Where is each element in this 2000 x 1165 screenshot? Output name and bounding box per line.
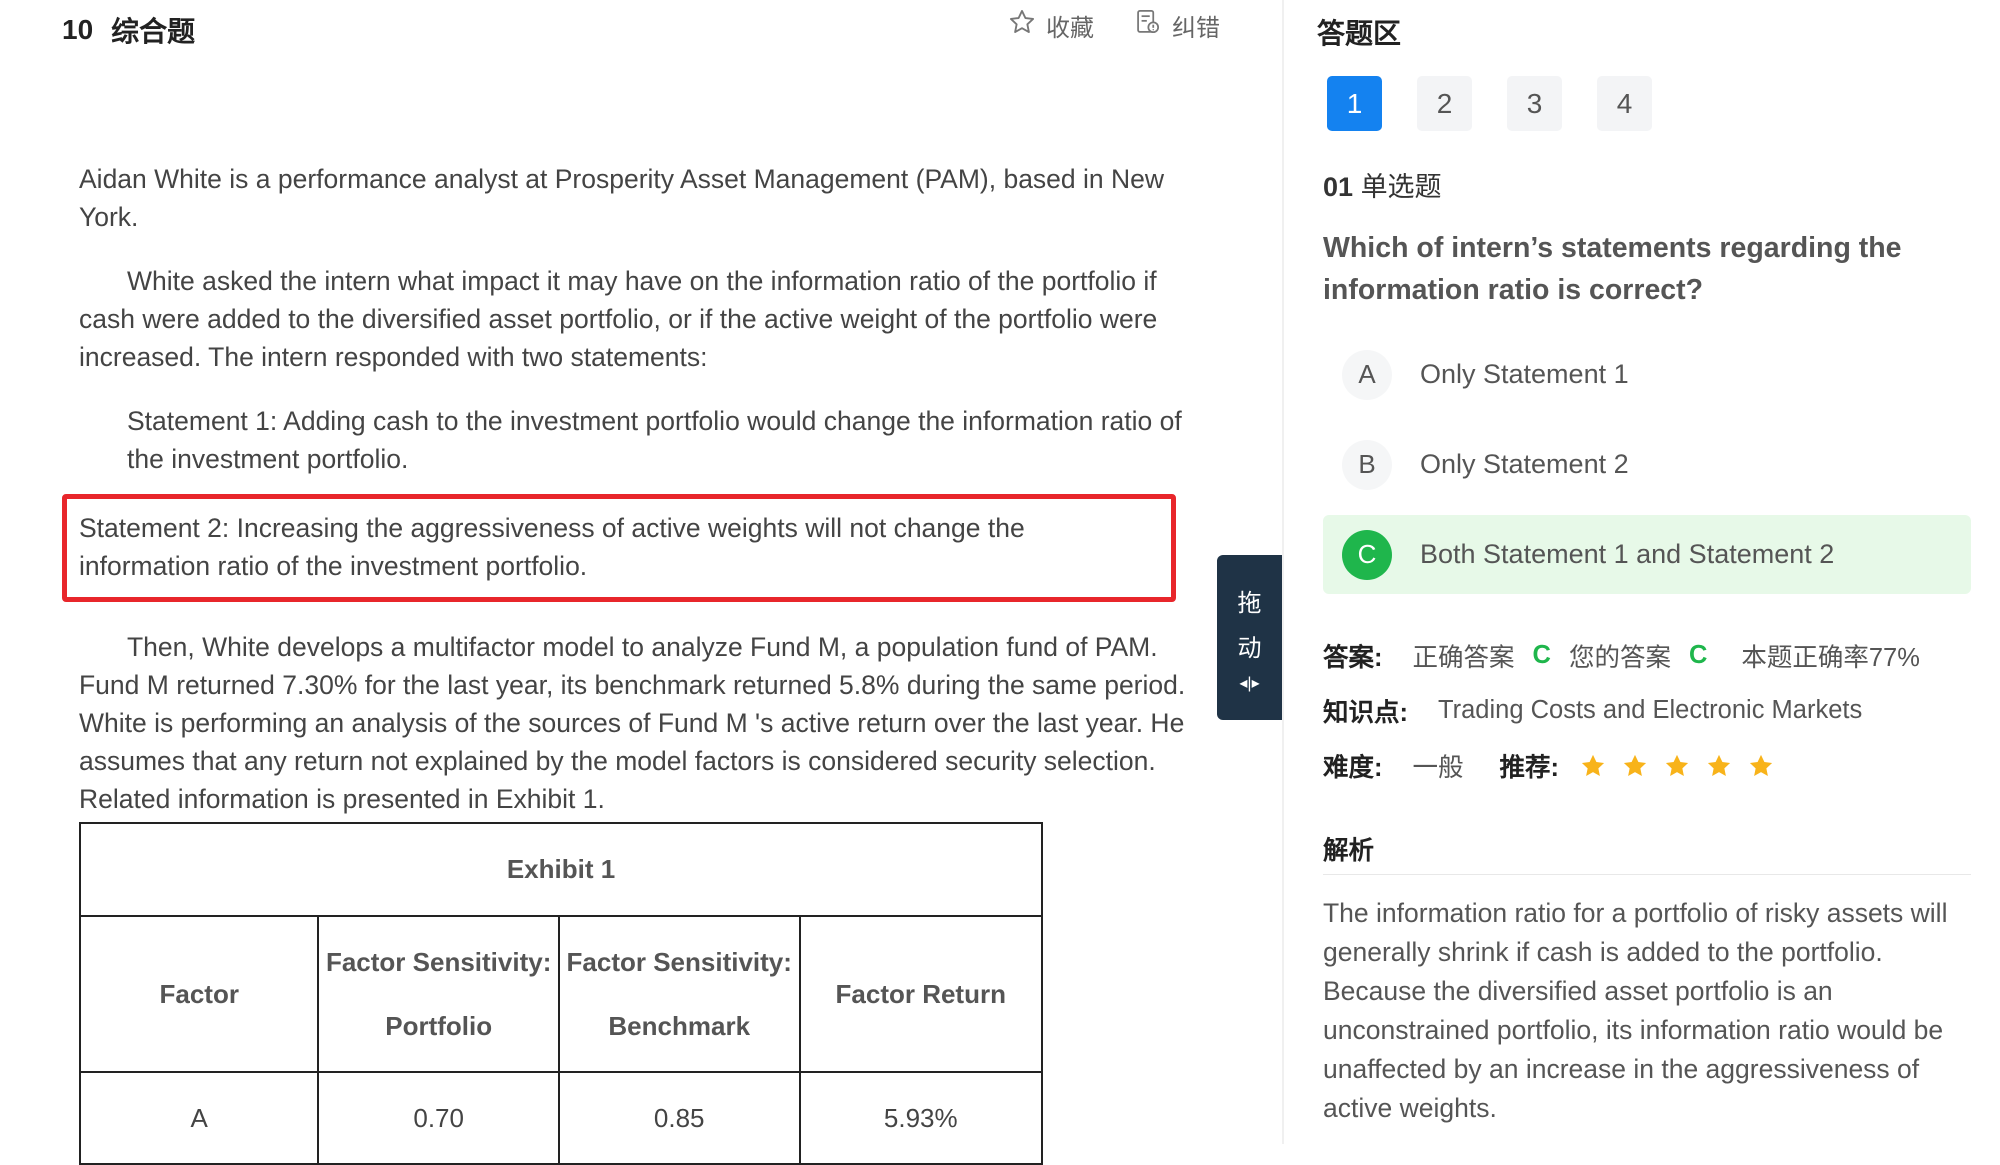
statement-2-highlighted: Statement 2: Increasing the aggressivene… bbox=[62, 494, 1176, 602]
report-icon bbox=[1134, 8, 1162, 43]
cell-factor: A bbox=[78, 1071, 320, 1165]
your-answer-label: 您的答案 bbox=[1568, 644, 1671, 672]
answer-panel-title: 答题区 bbox=[1317, 18, 1402, 49]
option-a-text: Only Statement 1 bbox=[1420, 359, 1629, 389]
option-b-letter: B bbox=[1342, 439, 1392, 490]
star-icon bbox=[1581, 754, 1605, 776]
sub-question-type: 单选题 bbox=[1360, 172, 1442, 202]
option-c-text: Both Statement 1 and Statement 2 bbox=[1420, 539, 1835, 569]
correct-answer-label: 正确答案 bbox=[1412, 644, 1515, 672]
recommend-stars bbox=[1579, 752, 1775, 780]
favorite-label: 收藏 bbox=[1046, 15, 1094, 42]
answer-row: 答案: 正确答案 C 您的答案 C 本题正确率77% bbox=[1323, 637, 1920, 674]
stem-paragraph-2: White asked the intern what impact it ma… bbox=[79, 266, 1158, 372]
question-nav-2[interactable]: 2 bbox=[1417, 76, 1472, 131]
question-number: 10 bbox=[62, 14, 94, 45]
your-answer-value: C bbox=[1688, 641, 1708, 669]
option-a[interactable]: A Only Statement 1 bbox=[1323, 335, 1971, 414]
cell-sens-portfolio: 0.70 bbox=[317, 1071, 560, 1165]
question-panel: 10 综合题 收藏 纠错 Aidan White is a performanc… bbox=[0, 0, 1282, 1165]
option-c-letter: C bbox=[1342, 529, 1392, 580]
col-header-sens-benchmark-line2: Benchmark bbox=[608, 1011, 751, 1041]
cell-factor-return: 5.93% bbox=[798, 1071, 1044, 1165]
option-c-selected[interactable]: C Both Statement 1 and Statement 2 bbox=[1323, 515, 1971, 594]
statement-1: Statement 1: Adding cash to the investme… bbox=[127, 406, 1182, 474]
report-error-button[interactable]: 纠错 bbox=[1134, 8, 1220, 43]
recommend-label: 推荐: bbox=[1499, 754, 1560, 782]
knowledge-value: Trading Costs and Electronic Markets bbox=[1438, 696, 1863, 724]
col-header-sens-portfolio-line2: Portfolio bbox=[385, 1011, 493, 1041]
star-icon bbox=[1749, 754, 1773, 776]
option-b[interactable]: B Only Statement 2 bbox=[1323, 425, 1971, 504]
favorite-button[interactable]: 收藏 bbox=[1008, 8, 1094, 43]
report-label: 纠错 bbox=[1172, 15, 1220, 42]
table-row: A 0.70 0.85 5.93% bbox=[78, 1071, 1044, 1165]
difficulty-label: 难度: bbox=[1323, 754, 1383, 782]
drag-resize-icon: ◂|▸ bbox=[1239, 674, 1260, 692]
options-list: A Only Statement 1 B Only Statement 2 C … bbox=[1323, 335, 1971, 605]
question-nav-1[interactable]: 1 bbox=[1327, 76, 1382, 131]
analysis-divider bbox=[1323, 874, 1971, 875]
difficulty-row: 难度: 一般 推荐: bbox=[1323, 747, 1775, 784]
col-header-sens-benchmark: Factor Sensitivity: Benchmark bbox=[557, 915, 801, 1073]
question-stem: Aidan White is a performance analyst at … bbox=[62, 160, 1209, 844]
option-b-text: Only Statement 2 bbox=[1420, 449, 1629, 479]
stem-paragraph-1: Aidan White is a performance analyst at … bbox=[79, 164, 1165, 232]
answer-label: 答案: bbox=[1323, 644, 1383, 672]
sub-question-header: 01 单选题 bbox=[1323, 165, 1442, 204]
question-number-nav: 1 2 3 4 bbox=[1327, 76, 1652, 131]
star-outline-icon bbox=[1008, 8, 1036, 43]
answer-panel: 答题区 1 2 3 4 01 单选题 Which of intern’s sta… bbox=[1284, 0, 2000, 1144]
question-nav-4[interactable]: 4 bbox=[1597, 76, 1652, 131]
question-header: 10 综合题 bbox=[62, 10, 195, 50]
drag-char-2: 动 bbox=[1237, 634, 1262, 662]
question-type: 综合题 bbox=[111, 16, 196, 47]
star-icon bbox=[1623, 754, 1647, 776]
sub-question-text: Which of intern’s statements regarding t… bbox=[1323, 232, 1902, 306]
stem-paragraph-5: Then, White develops a multifactor model… bbox=[79, 632, 1186, 814]
sub-question-number: 01 bbox=[1323, 172, 1354, 202]
col-header-factor-return: Factor Return bbox=[798, 915, 1044, 1073]
knowledge-label: 知识点: bbox=[1323, 699, 1408, 727]
correct-rate: 本题正确率77% bbox=[1741, 644, 1920, 672]
drag-handle[interactable]: 拖 动 ◂|▸ bbox=[1217, 555, 1282, 720]
cell-sens-benchmark: 0.85 bbox=[557, 1071, 801, 1165]
question-nav-3[interactable]: 3 bbox=[1507, 76, 1562, 131]
col-header-factor: Factor bbox=[78, 915, 320, 1073]
exhibit-title: Exhibit 1 bbox=[79, 822, 1043, 917]
exhibit-table: Exhibit 1 Factor Factor Sensitivity: Por… bbox=[78, 822, 1044, 1165]
option-a-letter: A bbox=[1342, 349, 1392, 400]
star-icon bbox=[1665, 754, 1689, 776]
analysis-title: 解析 bbox=[1323, 837, 1375, 865]
drag-char-1: 拖 bbox=[1237, 589, 1262, 617]
star-icon bbox=[1707, 754, 1731, 776]
col-header-sens-benchmark-line1: Factor Sensitivity: bbox=[566, 947, 792, 977]
correct-answer-value: C bbox=[1532, 641, 1551, 669]
difficulty-value: 一般 bbox=[1412, 754, 1464, 782]
analysis-text: The information ratio for a portfolio of… bbox=[1323, 898, 1948, 1123]
question-tools: 收藏 纠错 bbox=[1008, 8, 1220, 43]
col-header-sens-portfolio: Factor Sensitivity: Portfolio bbox=[317, 915, 560, 1073]
knowledge-row: 知识点: Trading Costs and Electronic Market… bbox=[1323, 692, 1862, 729]
col-header-sens-portfolio-line1: Factor Sensitivity: bbox=[325, 947, 552, 977]
